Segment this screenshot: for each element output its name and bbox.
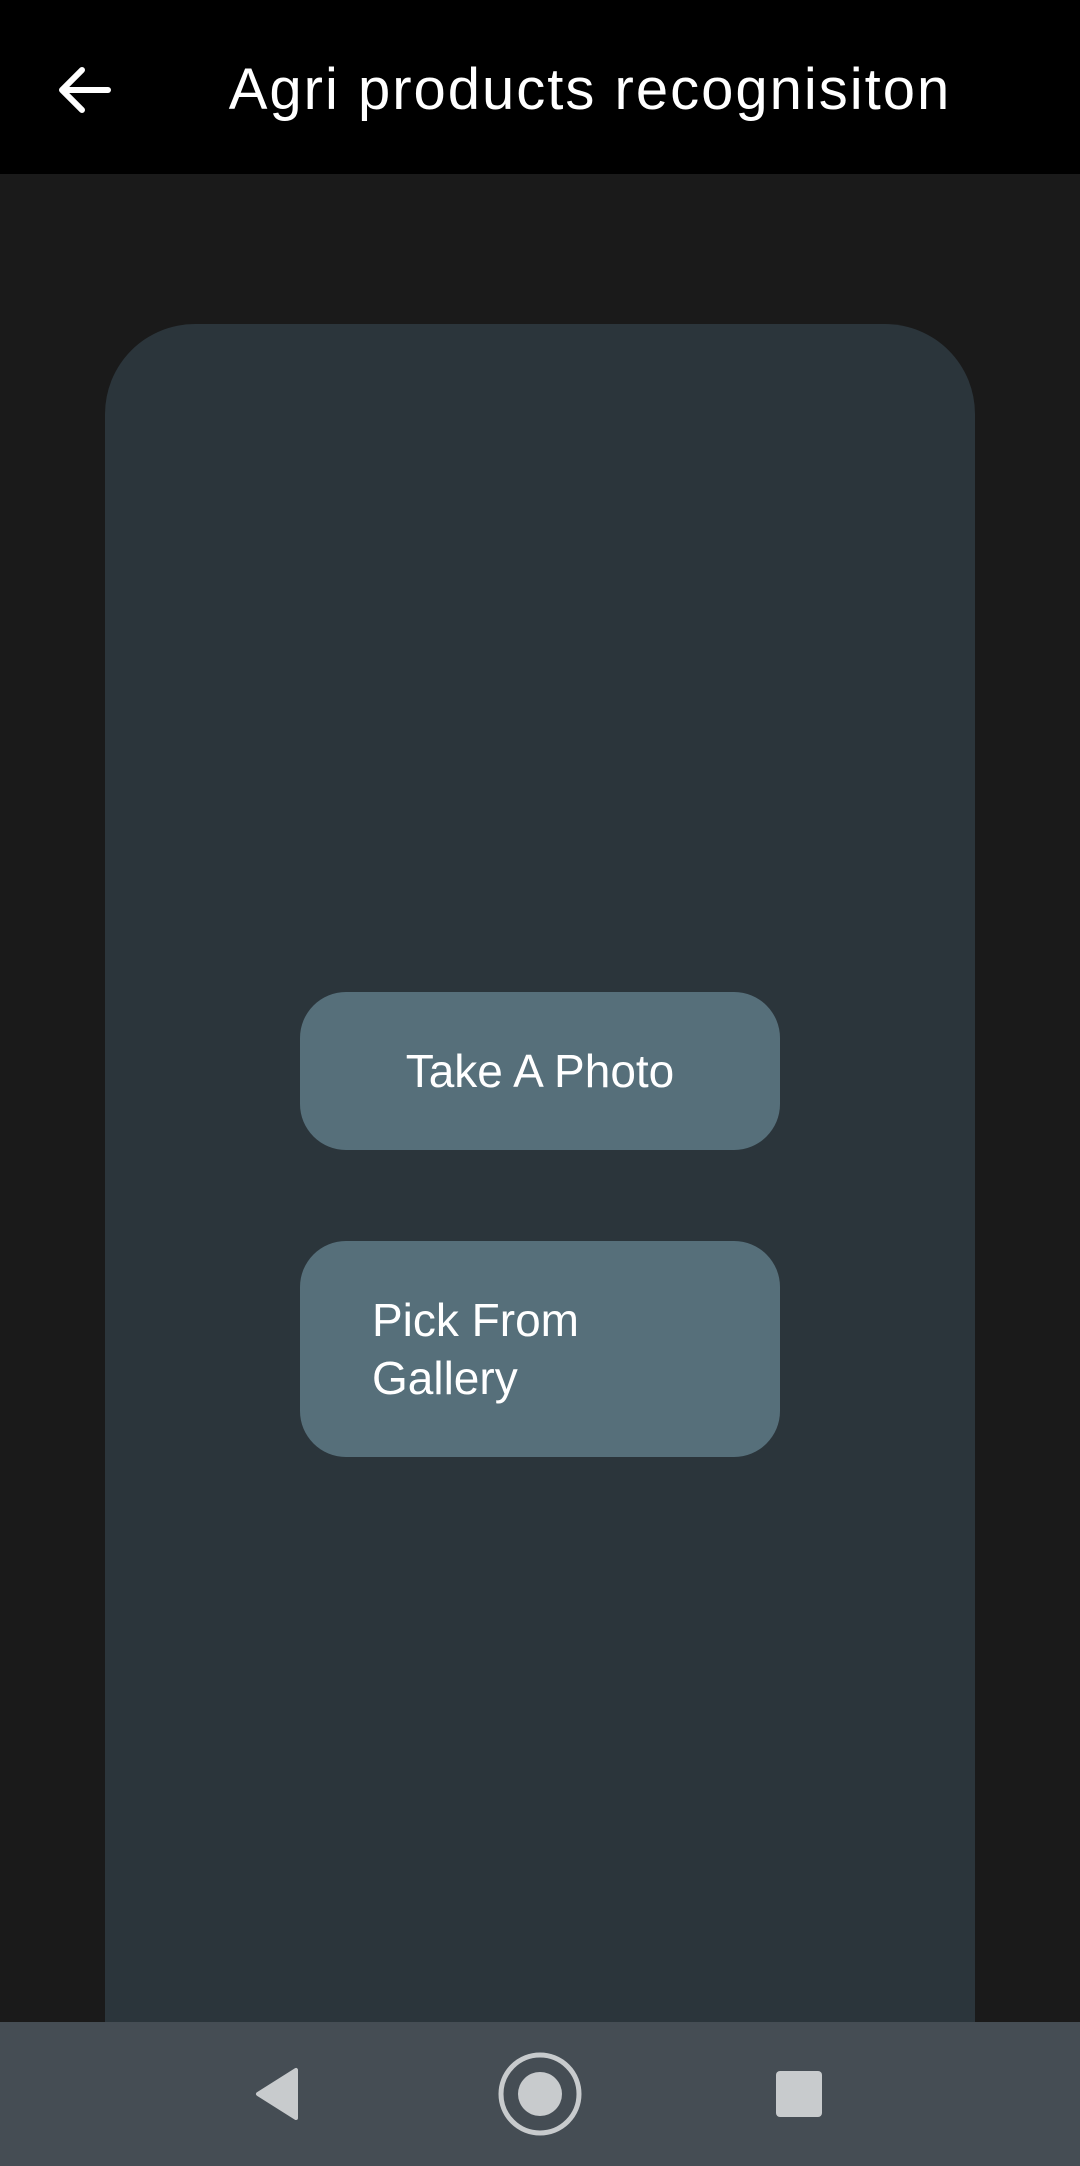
pick-from-gallery-button[interactable]: Pick From Gallery	[300, 1241, 780, 1457]
take-photo-label: Take A Photo	[405, 1045, 675, 1097]
take-photo-button[interactable]: Take A Photo	[300, 992, 780, 1150]
system-nav-bar	[0, 2022, 1080, 2166]
pick-from-gallery-label: Pick From Gallery	[372, 1294, 579, 1404]
system-home-button[interactable]	[490, 2044, 590, 2144]
circle-home-icon	[498, 2052, 582, 2136]
triangle-back-icon	[256, 2068, 298, 2120]
system-back-button[interactable]	[226, 2044, 326, 2144]
main-content: Take A Photo Pick From Gallery	[0, 174, 1080, 2024]
square-recents-icon	[776, 2071, 822, 2117]
arrow-left-icon	[59, 67, 111, 113]
system-recents-button[interactable]	[749, 2044, 849, 2144]
app-bar: Agri products recognisiton	[0, 0, 1080, 174]
page-title: Agri products recognisiton	[228, 57, 952, 122]
image-card: Take A Photo Pick From Gallery	[105, 324, 975, 2024]
back-button[interactable]	[40, 46, 128, 134]
